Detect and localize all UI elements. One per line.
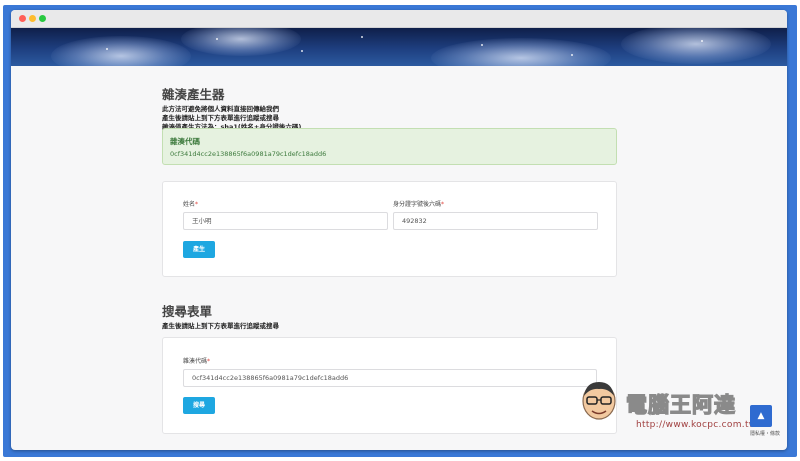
generator-title: 雜湊產生器 (162, 87, 225, 102)
hash-result-alert: 雜湊代碼 0cf341d4cc2e138865f6a0981a79c1defc1… (162, 128, 617, 165)
search-card: 雜湊代碼* 0cf341d4cc2e138865f6a0981a79c1defc… (162, 337, 617, 434)
banner-cloud (51, 36, 191, 66)
banner-star (361, 36, 363, 38)
banner-cloud (431, 38, 611, 66)
banner-cloud (621, 28, 771, 64)
close-window-button[interactable] (19, 15, 26, 22)
title-bar (11, 10, 787, 28)
banner-star (571, 54, 573, 56)
name-label: 姓名* (183, 199, 198, 208)
required-mark: * (441, 201, 445, 208)
banner-star (301, 50, 303, 52)
banner-cloud (181, 28, 301, 56)
id-label-text: 身分證字號後六碼 (393, 201, 442, 208)
generate-button[interactable]: 產生 (183, 241, 215, 258)
generator-card: 姓名* 王小明 身分證字號後六碼* 492832 產生 (162, 181, 617, 277)
banner-star (481, 44, 483, 46)
hash-result-code: 0cf341d4cc2e138865f6a0981a79c1defc18add6 (170, 150, 327, 158)
hash-code-label-text: 雜湊代碼 (183, 358, 208, 365)
hash-code-input[interactable]: 0cf341d4cc2e138865f6a0981a79c1defc18add6 (183, 369, 597, 387)
hash-code-label: 雜湊代碼* (183, 356, 210, 365)
required-mark: * (207, 358, 211, 365)
minimize-window-button[interactable] (29, 15, 36, 22)
generator-desc-2: 產生後請貼上到下方表單進行追蹤或搜尋 (162, 114, 279, 122)
name-input[interactable]: 王小明 (183, 212, 388, 230)
banner-star (701, 40, 703, 42)
mascot-face-icon (582, 382, 616, 420)
id-last-six-input[interactable]: 492832 (393, 212, 598, 230)
hash-result-title: 雜湊代碼 (170, 137, 200, 146)
banner-star (216, 38, 218, 40)
generator-desc-1: 此方法可避免將個人資料直接回傳給我們 (162, 105, 279, 113)
required-mark: * (195, 201, 199, 208)
name-label-text: 姓名 (183, 201, 196, 208)
footer-privacy-text: 隱私權・條款 (750, 431, 781, 437)
search-button[interactable]: 搜尋 (183, 397, 215, 414)
id-label: 身分證字號後六碼* (393, 199, 444, 208)
back-to-top-button[interactable]: ▲ (750, 405, 772, 427)
maximize-window-button[interactable] (39, 15, 46, 22)
header-banner (11, 28, 787, 66)
watermark-url: http://www.kocpc.com.tw (636, 420, 757, 430)
search-title: 搜尋表單 (162, 304, 213, 319)
banner-star (106, 48, 108, 50)
chevron-up-icon: ▲ (757, 411, 765, 421)
search-desc: 產生後請貼上到下方表單進行追蹤或搜尋 (162, 322, 279, 330)
watermark-brand: 電腦王阿達 (625, 392, 736, 417)
